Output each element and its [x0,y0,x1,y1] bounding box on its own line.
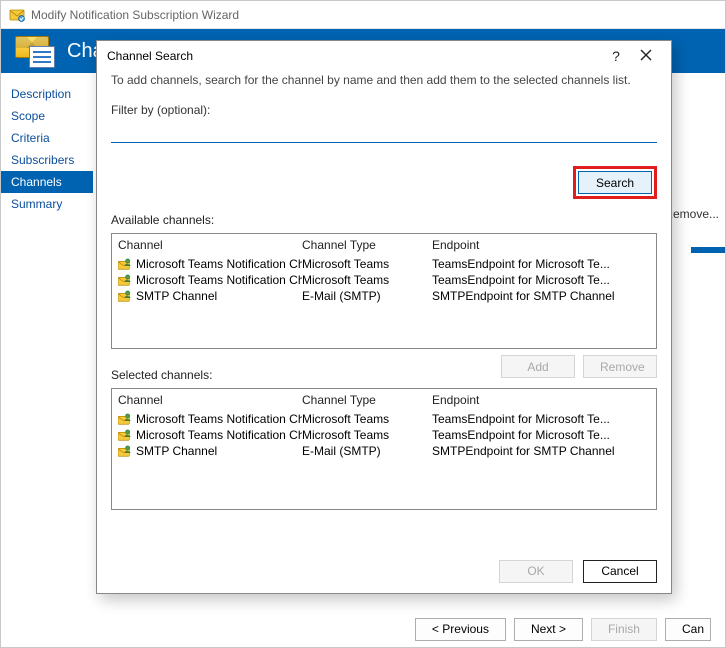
grid-header: Channel Channel Type Endpoint [112,389,656,411]
channel-name: SMTP Channel [136,289,217,303]
channel-name: SMTP Channel [136,444,217,458]
channel-endpoint: SMTPEndpoint for SMTP Channel [432,444,650,458]
channel-name: Microsoft Teams Notification Chann... [136,273,302,287]
channel-name: Microsoft Teams Notification Channel [136,412,302,426]
wizard-footer: < Previous Next > Finish Can [1,611,725,647]
channel-type: Microsoft Teams [302,273,432,287]
channels-header-icon [15,36,57,66]
col-endpoint: Endpoint [432,393,650,407]
sidebar-item-criteria[interactable]: Criteria [1,127,93,149]
channel-search-dialog: Channel Search ? To add channels, search… [96,40,672,594]
channel-type: Microsoft Teams [302,412,432,426]
sidebar-item-subscribers[interactable]: Subscribers [1,149,93,171]
window-title: Modify Notification Subscription Wizard [31,8,239,22]
sidebar-item-description[interactable]: Description [1,83,93,105]
channel-icon [118,428,132,442]
selected-channels-grid[interactable]: Channel Channel Type Endpoint Microsoft … [111,388,657,510]
cancel-button[interactable]: Cancel [583,560,657,583]
finish-button: Finish [591,618,657,641]
next-button[interactable]: Next > [514,618,583,641]
selected-channels-label: Selected channels: [111,368,657,382]
sidebar-item-channels[interactable]: Channels [1,171,93,193]
filter-label: Filter by (optional): [111,103,657,117]
close-button[interactable] [631,48,661,64]
table-row[interactable]: SMTP Channel E-Mail (SMTP)SMTPEndpoint fo… [112,443,656,459]
remove-channels-button-fragment[interactable]: Remove... [664,207,719,221]
available-channels-label: Available channels: [111,213,657,227]
window-titlebar: Modify Notification Subscription Wizard [1,1,725,29]
channel-endpoint: TeamsEndpoint for Microsoft Te... [432,412,650,426]
table-row[interactable]: Microsoft Teams Notification Chann...Mic… [112,272,656,288]
col-channel: Channel [118,393,302,407]
channel-icon [118,444,132,458]
sidebar-item-scope[interactable]: Scope [1,105,93,127]
grid-header: Channel Channel Type Endpoint [112,234,656,256]
channel-name: Microsoft Teams Notification Chann... [136,428,302,442]
table-row[interactable]: SMTP Channel E-Mail (SMTP)SMTPEndpoint fo… [112,288,656,304]
channel-icon [118,412,132,426]
filter-input[interactable] [111,123,657,143]
help-button[interactable]: ? [601,48,631,64]
table-row[interactable]: Microsoft Teams Notification ChannelMicr… [112,411,656,427]
close-icon [640,49,652,61]
channel-icon [118,257,132,271]
selection-highlight-fragment [691,247,725,253]
previous-button[interactable]: < Previous [415,618,506,641]
search-button-highlight: Search [573,166,657,199]
channel-type: E-Mail (SMTP) [302,289,432,303]
channel-type: Microsoft Teams [302,257,432,271]
dialog-footer: OK Cancel [97,549,671,593]
wizard-icon [9,7,25,23]
channel-name: Microsoft Teams Notification Channel [136,257,302,271]
search-button[interactable]: Search [578,171,652,194]
dialog-hint: To add channels, search for the channel … [111,73,657,87]
channel-type: Microsoft Teams [302,428,432,442]
col-channel-type: Channel Type [302,238,432,252]
col-endpoint: Endpoint [432,238,650,252]
col-channel-type: Channel Type [302,393,432,407]
dialog-titlebar: Channel Search ? [97,41,671,71]
ok-button: OK [499,560,573,583]
table-row[interactable]: Microsoft Teams Notification ChannelMicr… [112,256,656,272]
table-row[interactable]: Microsoft Teams Notification Chann...Mic… [112,427,656,443]
col-channel: Channel [118,238,302,252]
channel-endpoint: TeamsEndpoint for Microsoft Te... [432,273,650,287]
channel-icon [118,273,132,287]
channel-icon [118,289,132,303]
sidebar-item-summary[interactable]: Summary [1,193,93,215]
cancel-button-fragment[interactable]: Can [665,618,711,641]
channel-endpoint: TeamsEndpoint for Microsoft Te... [432,428,650,442]
wizard-sidebar: DescriptionScopeCriteriaSubscribersChann… [1,73,93,611]
available-channels-grid[interactable]: Channel Channel Type Endpoint Microsoft … [111,233,657,349]
dialog-title: Channel Search [107,49,601,63]
channel-endpoint: TeamsEndpoint for Microsoft Te... [432,257,650,271]
channel-endpoint: SMTPEndpoint for SMTP Channel [432,289,650,303]
channel-type: E-Mail (SMTP) [302,444,432,458]
